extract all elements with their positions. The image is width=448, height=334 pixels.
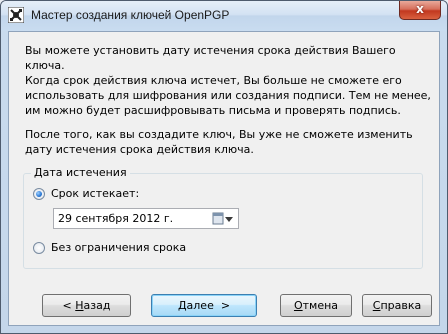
wizard-page: Вы можете установить дату истечения срок… (8, 31, 440, 326)
back-button-prefix: < (62, 299, 76, 312)
expires-radio-label[interactable]: Срок истекает: (51, 187, 139, 201)
back-button[interactable]: < Назад (42, 294, 131, 317)
expiry-date-picker[interactable]: 29 сентября 2012 г. (53, 208, 239, 229)
radio-selected-dot (36, 191, 42, 197)
change-warning: После того, как вы создадите ключ, Вы уж… (25, 128, 413, 156)
button-bar: < Назад Далее > Отмена Справка (9, 284, 439, 325)
expiry-group-legend: Дата истечения (31, 166, 130, 180)
close-button[interactable]: x (399, 1, 441, 20)
cancel-button[interactable]: Отмена (280, 294, 352, 317)
help-button-label: правка (380, 299, 422, 312)
title-bar[interactable]: Мастер создания ключей OpenPGP x (1, 1, 447, 31)
window-title: Мастер создания ключей OpenPGP (31, 8, 230, 22)
unlimited-radio-label[interactable]: Без ограничения срока (51, 241, 186, 255)
back-button-label: азад (83, 299, 111, 312)
next-button-label: алее > (186, 299, 231, 312)
expiry-date-value: 29 сентября 2012 г. (58, 212, 174, 225)
wizard-window: Мастер создания ключей OpenPGP x Вы може… (0, 0, 448, 334)
expires-radio[interactable] (33, 188, 45, 200)
unlimited-radio[interactable] (33, 242, 45, 254)
next-button[interactable]: Далее > (151, 294, 257, 317)
expiry-description: Когда срок действия ключа истечет, Вы бо… (25, 74, 431, 117)
next-button-accel: Д (177, 299, 187, 312)
gpg-app-icon (8, 7, 24, 23)
cancel-button-label: тмена (302, 299, 339, 312)
intro-text: Вы можете установить дату истечения срок… (25, 44, 396, 72)
calendar-dropdown-icon[interactable] (212, 212, 234, 226)
back-button-accel: Н (75, 299, 84, 312)
cancel-button-accel: О (293, 299, 303, 312)
close-icon: x (416, 2, 424, 16)
help-button[interactable]: Справка (362, 294, 432, 317)
